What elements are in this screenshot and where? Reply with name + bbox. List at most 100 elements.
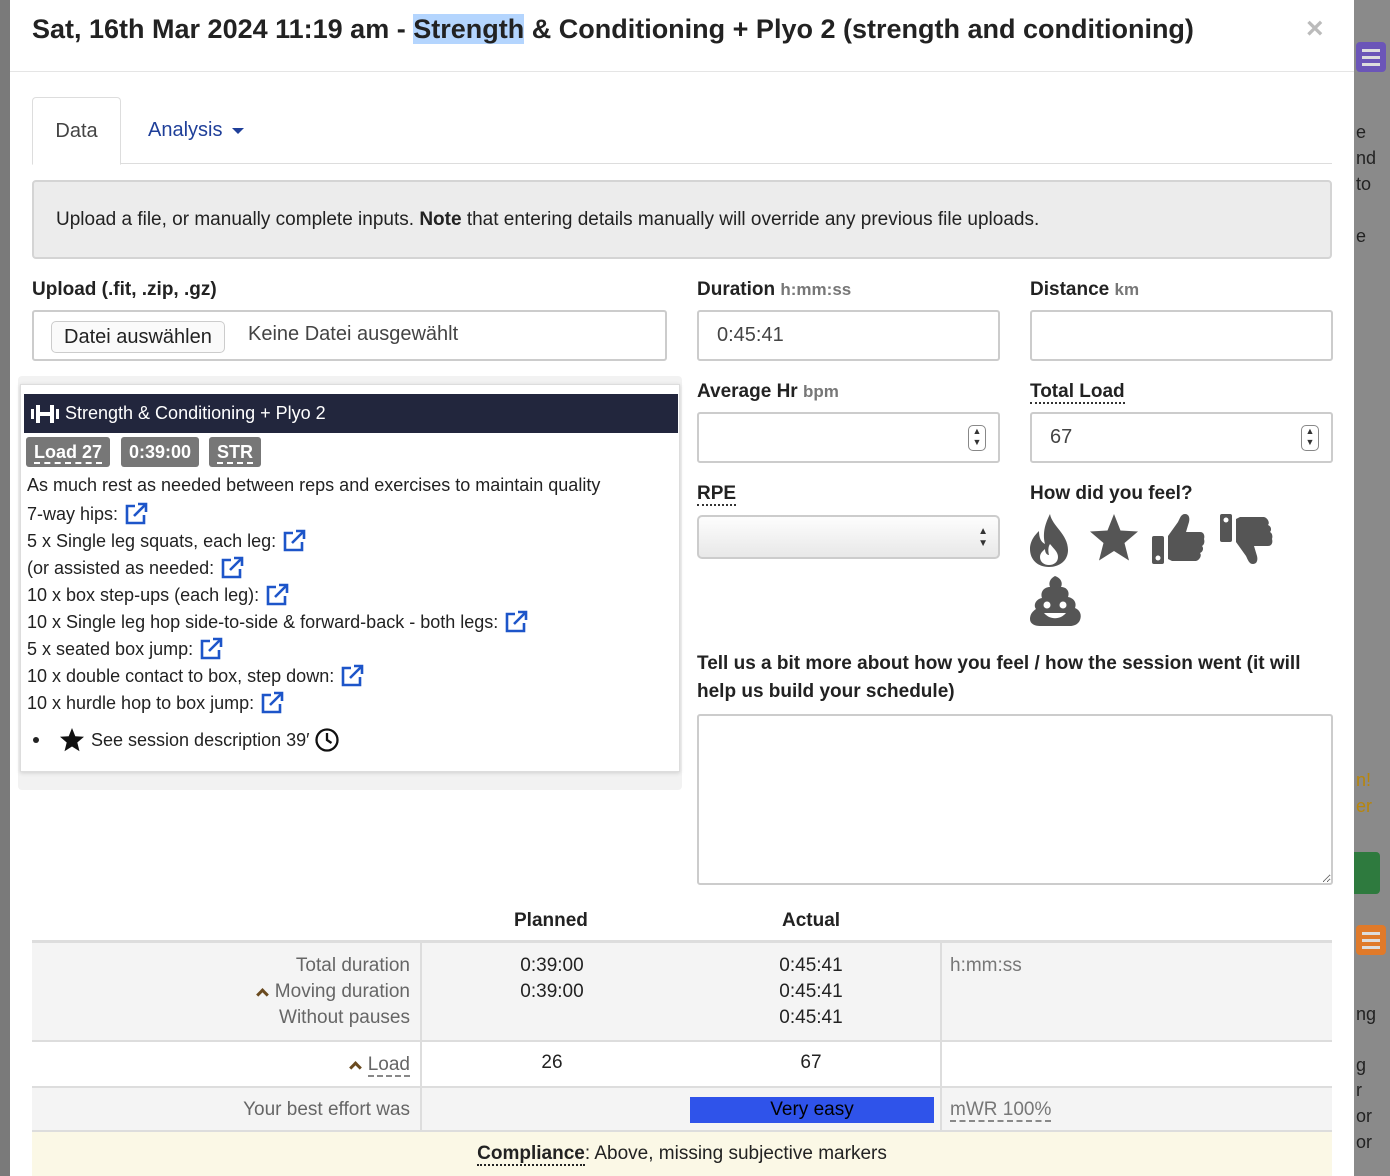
load-label[interactable]: Load	[32, 1042, 422, 1086]
duration-badge: 0:39:00	[121, 437, 200, 467]
external-link-icon[interactable]	[265, 583, 289, 607]
background-text: er	[1356, 796, 1373, 816]
session-line: As much rest as needed between reps and …	[27, 475, 600, 496]
planned-load: 26	[422, 1042, 682, 1086]
session-line-text: 5 x seated box jump:	[27, 638, 194, 659]
actual-load-value: 67	[800, 1052, 822, 1073]
notice-bold: Note	[419, 209, 462, 230]
session-line: 7-way hips:	[27, 502, 148, 526]
planned-effort	[422, 1088, 682, 1130]
total-load-label-text: Total Load	[1030, 381, 1125, 404]
star-icon[interactable]	[1088, 512, 1140, 564]
external-link-icon[interactable]	[199, 637, 223, 661]
total-load-input[interactable]: 67 ▲ ▼	[1030, 412, 1333, 463]
rpe-label: RPE	[697, 483, 737, 506]
thumbs-down-icon[interactable]	[1218, 512, 1274, 566]
background-text: g	[1356, 1055, 1367, 1075]
background-page-right: e nd to e n! er ng g r or or	[1354, 0, 1390, 1176]
distance-unit: km	[1114, 280, 1140, 299]
background-text: e	[1356, 226, 1367, 246]
load-unit-cell	[942, 1042, 1332, 1086]
session-line-text: (or assisted as needed:	[27, 557, 215, 578]
thumbs-up-icon[interactable]	[1150, 512, 1206, 566]
actual-total-duration: 0:45:41	[779, 955, 843, 976]
badge-text: 0:39:00	[129, 442, 192, 462]
session-line-text: 7-way hips:	[27, 503, 119, 524]
session-line-text: 10 x double contact to box, step down:	[27, 665, 335, 686]
upload-label: Upload (.fit, .zip, .gz)	[32, 279, 217, 300]
activity-modal: Sat, 16th Mar 2024 11:19 am - Strength &…	[10, 0, 1354, 1176]
external-link-icon[interactable]	[220, 556, 244, 580]
background-menu-icon	[1356, 925, 1386, 955]
background-text: to	[1356, 174, 1372, 194]
background-text: ng	[1356, 1004, 1377, 1024]
average-hr-label-text: Average Hr	[697, 381, 798, 402]
duration-unit: h:mm:ss	[780, 280, 852, 299]
external-link-icon[interactable]	[504, 610, 528, 634]
average-hr-unit: bpm	[802, 382, 839, 401]
session-line: 10 x box step-ups (each leg):	[27, 583, 289, 607]
tab-data[interactable]: Data	[32, 97, 121, 165]
external-link-icon[interactable]	[340, 664, 364, 688]
average-hr-input[interactable]: ▲ ▼	[697, 412, 1000, 463]
compliance-label[interactable]: Compliance	[477, 1143, 585, 1166]
rpe-select[interactable]: ▲ ▼	[697, 515, 1000, 559]
duration-row: Total duration Moving duration Without p…	[32, 940, 1332, 1040]
actual-durations: 0:45:41 0:45:41 0:45:41	[682, 943, 942, 1040]
duration-unit-text: h:mm:ss	[950, 955, 1022, 976]
tab-label: Data	[55, 119, 98, 142]
effort-extra[interactable]: mWR 100%	[942, 1088, 1332, 1130]
choose-file-button[interactable]: Datei auswählen	[51, 321, 225, 353]
bullet-icon	[33, 737, 39, 743]
upload-notice: Upload a file, or manually complete inpu…	[32, 180, 1332, 259]
actual-header: Actual	[782, 910, 841, 931]
total-load-label: Total Load	[1030, 381, 1125, 404]
poop-icon[interactable]	[1028, 574, 1082, 628]
background-text: n!	[1356, 770, 1372, 790]
file-upload: Datei auswählen Keine Datei ausgewählt	[32, 310, 667, 361]
session-name: Strength & Conditioning + Plyo 2	[65, 403, 326, 423]
background-text: or	[1356, 1106, 1373, 1126]
spinner-icon[interactable]: ▲ ▼	[968, 424, 986, 451]
session-line-text: 10 x Single leg hop side-to-side & forwa…	[27, 611, 499, 632]
session-line-text: 10 x hurdle hop to box jump:	[27, 692, 255, 713]
actual-moving-duration: 0:45:41	[779, 981, 843, 1002]
file-status: Keine Datei ausgewählt	[248, 323, 459, 345]
total-load-value: 67	[1050, 426, 1073, 448]
session-description-text: See session description 39′	[91, 729, 310, 750]
dumbbell-icon	[31, 404, 59, 423]
moving-duration-label[interactable]: Moving duration	[32, 979, 410, 1005]
session-card: Strength & Conditioning + Plyo 2 Load 27…	[20, 384, 680, 772]
load-badge[interactable]: Load 27	[26, 437, 111, 467]
distance-input[interactable]	[1030, 310, 1333, 361]
session-notes-textarea[interactable]	[697, 714, 1333, 885]
compliance-row: Compliance: Above, missing subjective ma…	[32, 1130, 1332, 1176]
notes-label: Tell us a bit more about how you feel / …	[697, 653, 1301, 702]
session-line: 5 x seated box jump:	[27, 637, 223, 661]
session-line: 10 x double contact to box, step down:	[27, 664, 364, 688]
load-label-text: Load	[367, 1054, 410, 1077]
effort-bar: Very easy	[690, 1097, 934, 1123]
external-link-icon[interactable]	[260, 691, 284, 715]
session-description-item: See session description 39′	[33, 727, 340, 753]
external-link-icon[interactable]	[282, 529, 306, 553]
planned-durations: 0:39:00 0:39:00	[422, 943, 682, 1040]
tab-analysis[interactable]: Analysis	[148, 97, 245, 164]
badge-text: STR	[217, 442, 253, 464]
planned-total-duration: 0:39:00	[520, 955, 584, 976]
external-link-icon[interactable]	[124, 502, 148, 526]
title-selected-text: Strength	[413, 14, 525, 44]
fire-icon[interactable]	[1028, 512, 1070, 568]
planned-load-value: 26	[541, 1052, 563, 1073]
load-row: Load 26 67	[32, 1040, 1332, 1086]
sport-badge[interactable]: STR	[209, 437, 261, 467]
distance-label-text: Distance	[1030, 279, 1110, 300]
close-button[interactable]: ×	[1306, 12, 1324, 46]
clock-icon	[314, 728, 339, 752]
duration-input[interactable]: 0:45:41	[697, 310, 1000, 361]
spinner-icon[interactable]: ▲ ▼	[1301, 424, 1319, 451]
background-menu-icon	[1356, 42, 1386, 72]
effort-label: Your best effort was	[32, 1088, 422, 1130]
caret-down-icon	[232, 127, 245, 134]
planned-moving-duration: 0:39:00	[520, 981, 584, 1002]
